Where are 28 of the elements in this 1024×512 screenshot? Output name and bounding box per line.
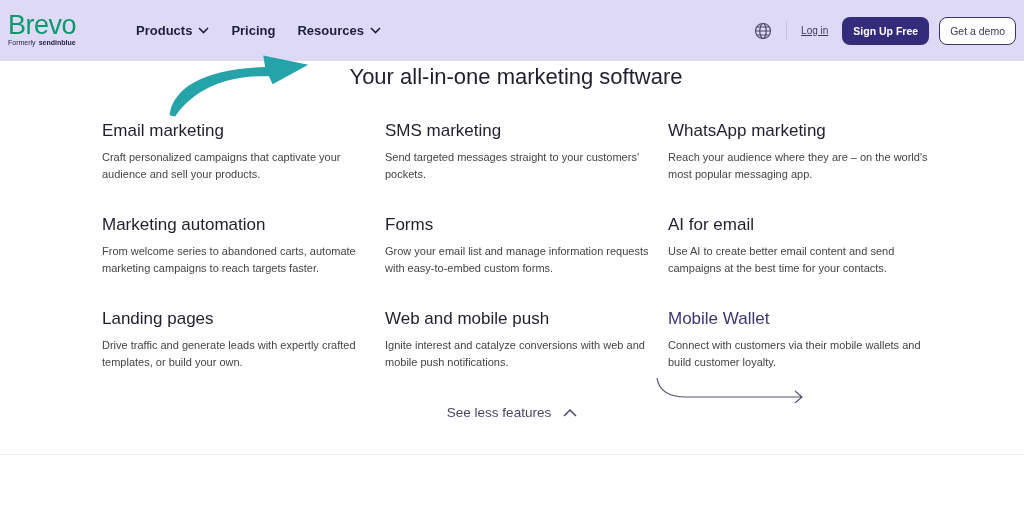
feature-title[interactable]: Web and mobile push — [385, 309, 655, 329]
feature-description: Ignite interest and catalyze conversions with web and mobile push notifications. — [385, 338, 646, 370]
nav-menu-item[interactable]: Resources — [297, 23, 381, 38]
section-heading: Your all-in-one marketing software — [348, 63, 684, 91]
chevron-up-icon — [563, 408, 578, 417]
feature-description: From welcome series to abandoned carts, automate marketing campaigns to reach targets faster. — [102, 244, 357, 276]
feature-description: Use AI to create better email content and send campaigns at the best time for your contacts. — [668, 244, 896, 276]
feature-description: Grow your email list and manage information requests with easy-to-embed custom forms. — [385, 244, 650, 276]
login-link[interactable]: Log in — [801, 25, 829, 36]
demo-button[interactable]: Get a demo — [939, 16, 1016, 45]
nav-menu-item[interactable]: Pricing — [231, 23, 276, 38]
sign-up-button[interactable]: Sign Up Free — [842, 16, 930, 45]
feature-title[interactable]: AI for email — [668, 215, 938, 235]
nav-menu-item[interactable]: Products — [136, 23, 210, 38]
feature-description: Connect with customers via their mobile wallets and build customer loyalty. — [668, 338, 922, 370]
feature-description: Reach your audience where they are – on the world's most popular messaging app. — [668, 150, 929, 182]
feature-title[interactable]: Mobile Wallet — [668, 309, 938, 329]
feature-description: Send targeted messages straight to your customers' pockets. — [385, 150, 640, 182]
see-less-features-button[interactable]: See less features — [446, 405, 578, 420]
feature-title[interactable]: WhatsApp marketing — [668, 121, 938, 141]
globe-icon[interactable] — [754, 21, 773, 40]
feature-title[interactable]: Email marketing — [102, 121, 372, 141]
feature-title[interactable]: Marketing automation — [102, 215, 372, 235]
feature-description: Drive traffic and generate leads with expertly crafted templates, or build your own. — [102, 338, 357, 370]
feature-title[interactable]: Forms — [385, 215, 655, 235]
feature-title[interactable]: Landing pages — [102, 309, 372, 329]
feature-title[interactable]: SMS marketing — [385, 121, 655, 141]
feature-description: Craft personalized campaigns that captivate your audience and sell your products. — [102, 150, 342, 182]
